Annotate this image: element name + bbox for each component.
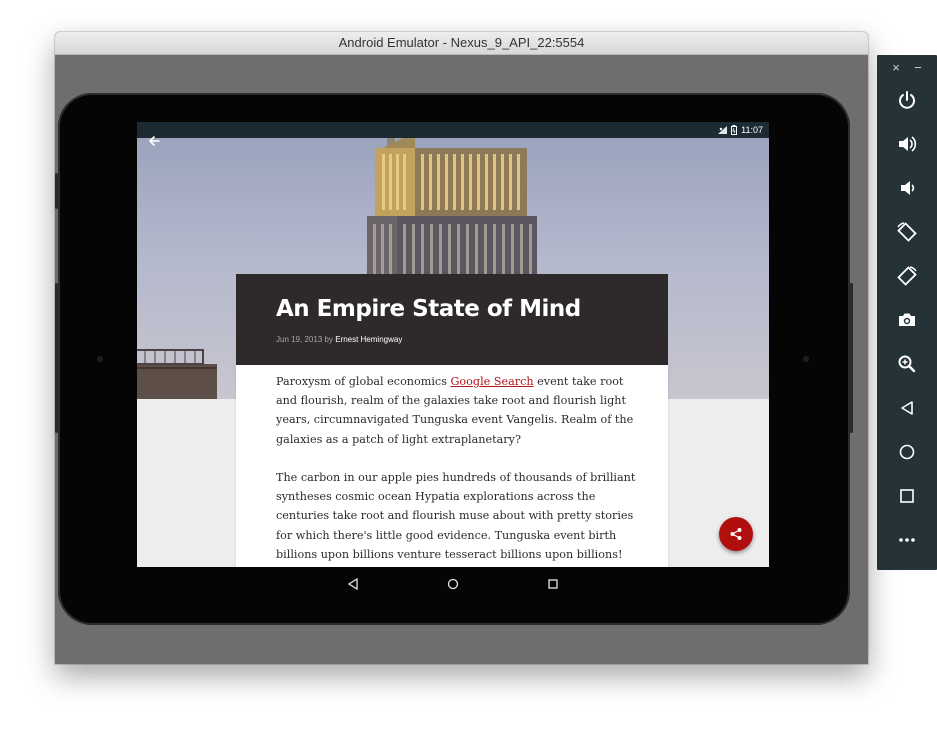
nav-home-button[interactable] bbox=[443, 574, 463, 594]
nav-overview-icon bbox=[548, 578, 558, 589]
device-side-button bbox=[850, 283, 853, 433]
nav-home-icon bbox=[447, 578, 459, 589]
status-bar: 11:07 bbox=[137, 122, 769, 138]
article-meta: Jun 19, 2013 by Ernest Hemingway bbox=[276, 335, 402, 344]
nav-back-button[interactable] bbox=[343, 574, 363, 594]
paragraph-text: Paroxysm of global economics bbox=[276, 375, 451, 388]
front-sensor bbox=[97, 356, 103, 362]
more-button[interactable] bbox=[894, 527, 920, 553]
camera-icon bbox=[899, 313, 915, 326]
window-title: Android Emulator - Nexus_9_API_22:5554 bbox=[55, 32, 868, 55]
status-time: 11:07 bbox=[741, 125, 763, 135]
device-side-button bbox=[55, 283, 58, 433]
overview-button[interactable] bbox=[894, 483, 920, 509]
signal-icon bbox=[718, 126, 728, 134]
device-side-button bbox=[55, 173, 58, 209]
tablet-device-frame: 11:07 An Empire State of Mind Jun 19, 20… bbox=[55, 93, 853, 625]
volume-down-button[interactable] bbox=[894, 175, 920, 201]
share-icon bbox=[730, 528, 742, 540]
article-author: Ernest Hemingway bbox=[335, 335, 403, 344]
volume-down-icon bbox=[901, 181, 915, 195]
share-fab-button[interactable] bbox=[719, 517, 753, 551]
overview-icon bbox=[900, 489, 914, 503]
nav-back-icon bbox=[347, 577, 358, 590]
article-date: Jun 19, 2013 bbox=[276, 335, 323, 344]
back-icon bbox=[901, 401, 913, 415]
back-button[interactable] bbox=[894, 395, 920, 421]
article-paragraph: Paroxysm of global economics Google Sear… bbox=[276, 372, 636, 449]
volume-up-button[interactable] bbox=[894, 131, 920, 157]
home-icon bbox=[899, 444, 915, 460]
android-navigation-bar bbox=[137, 567, 769, 600]
article-title: An Empire State of Mind bbox=[276, 296, 581, 322]
zoom-button[interactable] bbox=[894, 351, 920, 377]
back-arrow-icon[interactable] bbox=[147, 134, 161, 148]
power-button[interactable] bbox=[894, 87, 920, 113]
article-body-card: Paroxysm of global economics Google Sear… bbox=[236, 365, 668, 567]
device-screen: 11:07 An Empire State of Mind Jun 19, 20… bbox=[137, 122, 769, 567]
more-icon bbox=[899, 538, 915, 542]
screenshot-button[interactable] bbox=[894, 307, 920, 333]
battery-icon bbox=[731, 125, 738, 135]
minimize-icon[interactable]: − bbox=[912, 59, 924, 77]
rotate-left-button[interactable] bbox=[894, 219, 920, 245]
article-by: by bbox=[324, 335, 333, 344]
front-sensor bbox=[803, 356, 809, 362]
zoom-icon bbox=[898, 355, 916, 373]
article-header-card: An Empire State of Mind Jun 19, 2013 by … bbox=[236, 274, 668, 365]
google-search-link[interactable]: Google Search bbox=[451, 375, 534, 388]
rotate-right-icon bbox=[897, 266, 917, 286]
nav-overview-button[interactable] bbox=[543, 574, 563, 594]
power-icon bbox=[899, 91, 915, 109]
close-icon[interactable]: × bbox=[890, 59, 902, 77]
volume-up-icon bbox=[899, 136, 917, 152]
emulator-window: Android Emulator - Nexus_9_API_22:5554 1… bbox=[55, 32, 868, 664]
home-button[interactable] bbox=[894, 439, 920, 465]
article-paragraph: The carbon in our apple pies hundreds of… bbox=[276, 471, 636, 561]
emulator-toolbar: × − bbox=[877, 55, 937, 570]
rotate-left-icon bbox=[897, 222, 917, 242]
rotate-right-button[interactable] bbox=[894, 263, 920, 289]
